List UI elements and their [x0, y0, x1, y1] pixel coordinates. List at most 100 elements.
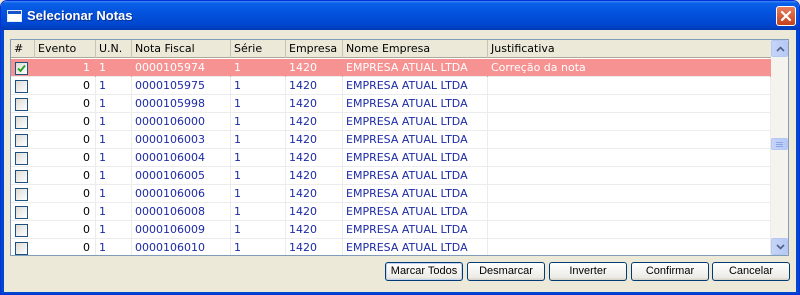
- table-row[interactable]: 0 1 0000105998 1 1420 EMPRESA ATUAL LTDA: [11, 95, 771, 113]
- cell-empresa: 1420: [286, 239, 343, 255]
- cell-justificativa: Correção da nota: [488, 59, 771, 77]
- table-row[interactable]: 0 1 0000106006 1 1420 EMPRESA ATUAL LTDA: [11, 185, 771, 203]
- cell-serie: 1: [231, 203, 286, 221]
- cell-nome-empresa: EMPRESA ATUAL LTDA: [343, 149, 488, 167]
- cell-nome-empresa: EMPRESA ATUAL LTDA: [343, 221, 488, 239]
- cell-un: 1: [96, 167, 132, 185]
- cell-serie: 1: [231, 239, 286, 255]
- cell-evento: 0: [35, 167, 96, 185]
- confirmar-button[interactable]: Confirmar: [631, 262, 709, 281]
- table-row[interactable]: 0 1 0000106005 1 1420 EMPRESA ATUAL LTDA: [11, 167, 771, 185]
- cell-evento: 0: [35, 77, 96, 95]
- col-header-nota-fiscal[interactable]: Nota Fiscal: [132, 40, 231, 58]
- row-checkbox[interactable]: [15, 152, 28, 165]
- cell-empresa: 1420: [286, 113, 343, 131]
- table-row[interactable]: 0 1 0000106010 1 1420 EMPRESA ATUAL LTDA: [11, 239, 771, 255]
- vertical-scrollbar[interactable]: [771, 40, 788, 255]
- inverter-button[interactable]: Inverter: [549, 262, 627, 281]
- chevron-up-icon: [776, 46, 785, 52]
- col-header-nome-empresa[interactable]: Nome Empresa: [343, 40, 488, 58]
- cell-empresa: 1420: [286, 77, 343, 95]
- cell-evento: 0: [35, 149, 96, 167]
- cell-nota-fiscal: 0000106000: [132, 113, 231, 131]
- cell-nota-fiscal: 0000106009: [132, 221, 231, 239]
- cell-nome-empresa: EMPRESA ATUAL LTDA: [343, 77, 488, 95]
- cell-justificativa: [488, 113, 771, 131]
- cell-justificativa: [488, 167, 771, 185]
- table-row[interactable]: 0 1 0000106003 1 1420 EMPRESA ATUAL LTDA: [11, 131, 771, 149]
- col-header-empresa[interactable]: Empresa: [286, 40, 343, 58]
- cell-evento: 0: [35, 131, 96, 149]
- cancelar-button[interactable]: Cancelar: [712, 262, 790, 281]
- cell-justificativa: [488, 203, 771, 221]
- scroll-down-button[interactable]: [771, 238, 788, 255]
- row-checkbox[interactable]: [15, 170, 28, 183]
- cell-evento: 0: [35, 185, 96, 203]
- cell-justificativa: [488, 149, 771, 167]
- desmarcar-button[interactable]: Desmarcar: [467, 262, 545, 281]
- row-checkbox[interactable]: [15, 98, 28, 111]
- col-header-serie[interactable]: Série: [231, 40, 286, 58]
- cell-empresa: 1420: [286, 149, 343, 167]
- cell-nome-empresa: EMPRESA ATUAL LTDA: [343, 131, 488, 149]
- cell-nota-fiscal: 0000105998: [132, 95, 231, 113]
- cell-justificativa: [488, 239, 771, 255]
- cell-un: 1: [96, 59, 132, 77]
- cell-nome-empresa: EMPRESA ATUAL LTDA: [343, 113, 488, 131]
- cell-evento: 1: [35, 59, 96, 77]
- cell-empresa: 1420: [286, 203, 343, 221]
- cell-serie: 1: [231, 149, 286, 167]
- notes-grid: # Evento U.N. Nota Fiscal Série Empresa …: [10, 39, 789, 256]
- cell-nome-empresa: EMPRESA ATUAL LTDA: [343, 239, 488, 255]
- col-header-justificativa[interactable]: Justificativa: [488, 40, 771, 58]
- table-row[interactable]: 0 1 0000106009 1 1420 EMPRESA ATUAL LTDA: [11, 221, 771, 239]
- col-header-evento[interactable]: Evento: [35, 40, 96, 58]
- cell-serie: 1: [231, 185, 286, 203]
- table-row[interactable]: 1 1 0000105974 1 1420 EMPRESA ATUAL LTDA Corre…: [11, 59, 771, 77]
- cell-empresa: 1420: [286, 167, 343, 185]
- close-button[interactable]: [776, 6, 796, 26]
- window-title: Selecionar Notas: [27, 8, 133, 23]
- cell-empresa: 1420: [286, 131, 343, 149]
- cell-serie: 1: [231, 95, 286, 113]
- cell-nota-fiscal: 0000105974: [132, 59, 231, 77]
- cell-nota-fiscal: 0000106006: [132, 185, 231, 203]
- row-checkbox[interactable]: [15, 188, 28, 201]
- cell-serie: 1: [231, 221, 286, 239]
- cell-serie: 1: [231, 131, 286, 149]
- row-checkbox[interactable]: [15, 224, 28, 237]
- cell-nome-empresa: EMPRESA ATUAL LTDA: [343, 185, 488, 203]
- cell-nota-fiscal: 0000106010: [132, 239, 231, 255]
- title-bar[interactable]: Selecionar Notas: [1, 1, 799, 30]
- close-icon: [780, 10, 792, 22]
- cell-nome-empresa: EMPRESA ATUAL LTDA: [343, 95, 488, 113]
- row-checkbox[interactable]: [15, 80, 28, 93]
- cell-un: 1: [96, 131, 132, 149]
- cell-un: 1: [96, 113, 132, 131]
- row-checkbox[interactable]: [15, 242, 28, 255]
- scroll-up-button[interactable]: [771, 40, 788, 57]
- cell-serie: 1: [231, 59, 286, 77]
- table-row[interactable]: 0 1 0000106004 1 1420 EMPRESA ATUAL LTDA: [11, 149, 771, 167]
- cell-un: 1: [96, 77, 132, 95]
- marcar-todos-button[interactable]: Marcar Todos: [385, 262, 463, 281]
- cell-justificativa: [488, 77, 771, 95]
- row-checkbox[interactable]: [15, 134, 28, 147]
- table-row[interactable]: 0 1 0000106008 1 1420 EMPRESA ATUAL LTDA: [11, 203, 771, 221]
- table-row[interactable]: 0 1 0000106000 1 1420 EMPRESA ATUAL LTDA: [11, 113, 771, 131]
- row-checkbox[interactable]: [15, 116, 28, 129]
- cell-nota-fiscal: 0000106004: [132, 149, 231, 167]
- cell-un: 1: [96, 149, 132, 167]
- cell-evento: 0: [35, 113, 96, 131]
- cell-serie: 1: [231, 113, 286, 131]
- row-checkbox[interactable]: [15, 206, 28, 219]
- row-checkbox[interactable]: [15, 62, 28, 75]
- col-header-un[interactable]: U.N.: [96, 40, 132, 58]
- col-header-check[interactable]: #: [11, 40, 35, 58]
- cell-nota-fiscal: 0000106003: [132, 131, 231, 149]
- cell-justificativa: [488, 221, 771, 239]
- cell-empresa: 1420: [286, 185, 343, 203]
- scroll-thumb[interactable]: [771, 138, 788, 150]
- cell-un: 1: [96, 185, 132, 203]
- table-row[interactable]: 0 1 0000105975 1 1420 EMPRESA ATUAL LTDA: [11, 77, 771, 95]
